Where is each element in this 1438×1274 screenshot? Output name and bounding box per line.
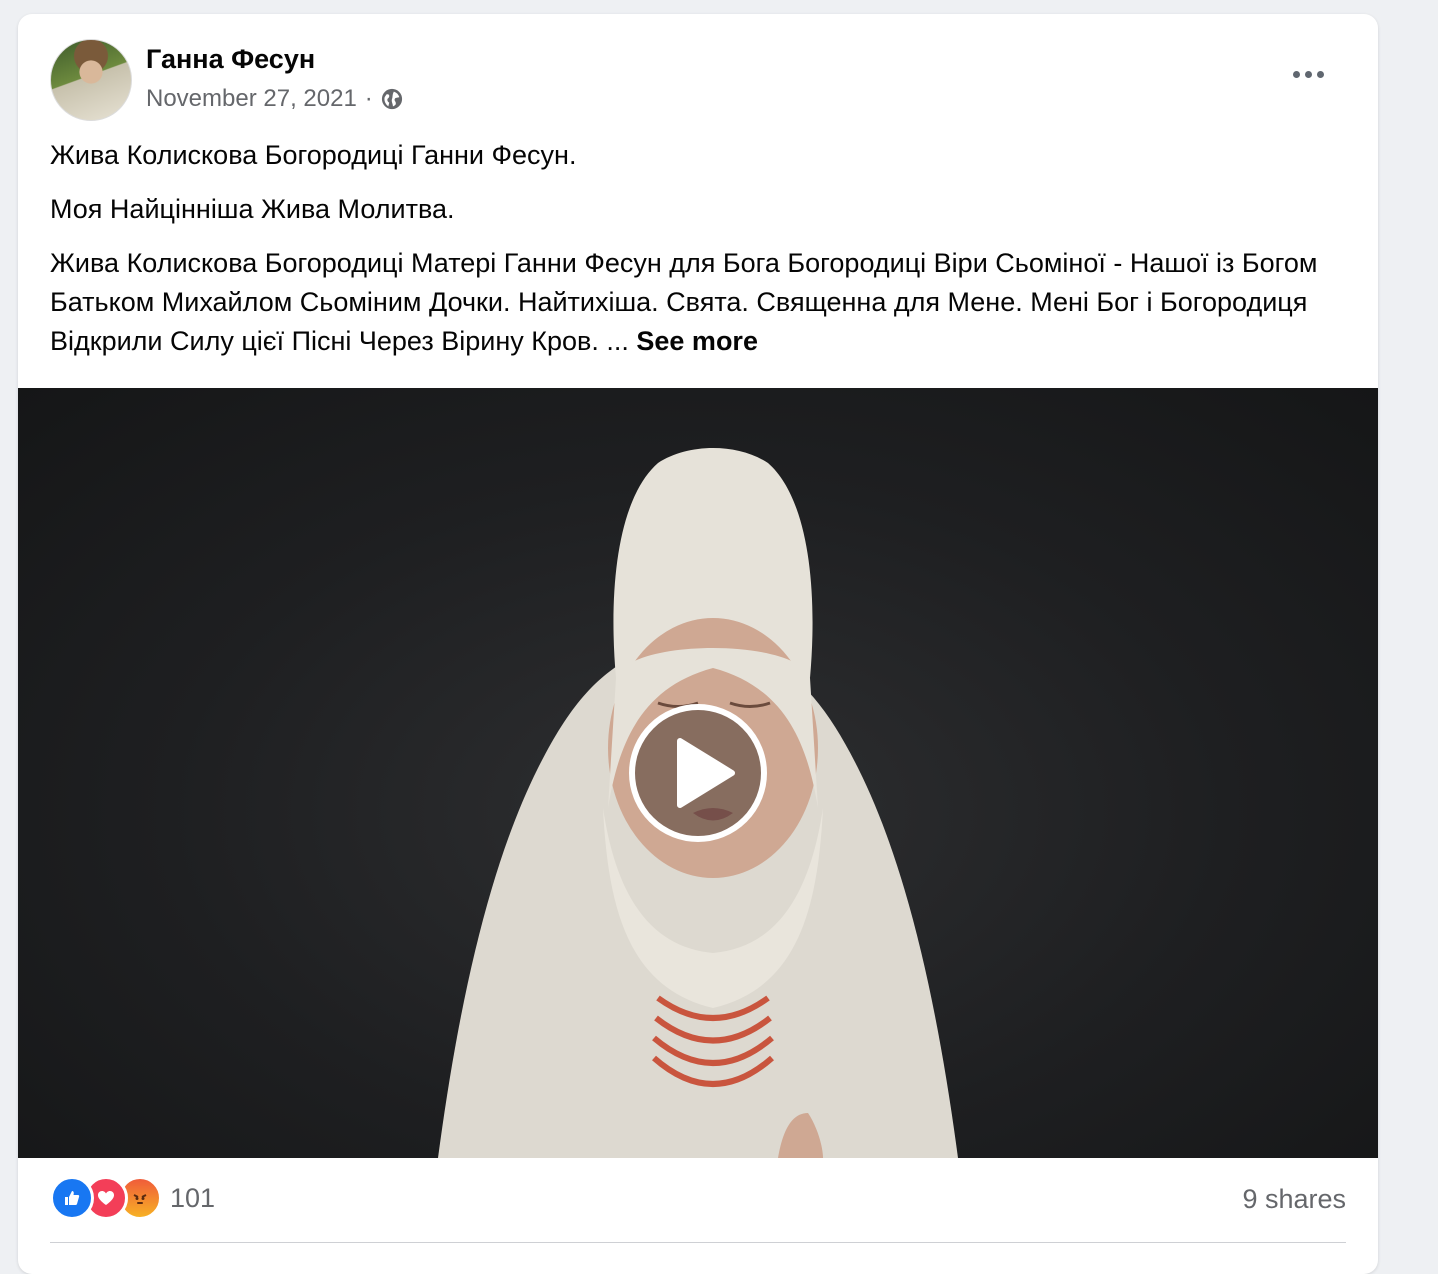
- dot-icon: [1316, 70, 1324, 78]
- play-icon[interactable]: [628, 703, 768, 843]
- more-options-button[interactable]: [1288, 54, 1328, 94]
- like-icon: [50, 1176, 94, 1220]
- post-card: Ганна Фесун November 27, 2021 · Жива Кол…: [18, 14, 1378, 1274]
- divider: [50, 1242, 1346, 1243]
- post-paragraph-2: Моя Найцінніша Жива Молитва.: [50, 194, 455, 224]
- reaction-count: 101: [170, 1182, 216, 1213]
- dot-icon: [1304, 70, 1312, 78]
- see-more-link[interactable]: See more: [636, 326, 758, 356]
- video-player[interactable]: [18, 388, 1378, 1158]
- dot-icon: [1292, 70, 1300, 78]
- post-paragraph-3: Жива Колискова Богородиці Матері Ганни Ф…: [50, 244, 1340, 361]
- avatar[interactable]: [50, 39, 132, 121]
- globe-icon[interactable]: [381, 88, 403, 110]
- author-name[interactable]: Ганна Фесун: [146, 44, 315, 75]
- post-meta: November 27, 2021 ·: [146, 85, 403, 113]
- meta-separator: ·: [364, 85, 373, 112]
- post-text: Жива Колискова Богородиці Ганни Фесун. М…: [50, 136, 1340, 376]
- reactions-summary[interactable]: 101: [50, 1176, 215, 1220]
- post-date[interactable]: November 27, 2021: [146, 85, 357, 113]
- post-paragraph-1: Жива Колискова Богородиці Ганни Фесун.: [50, 140, 577, 170]
- shares-count[interactable]: 9 shares: [1242, 1184, 1346, 1215]
